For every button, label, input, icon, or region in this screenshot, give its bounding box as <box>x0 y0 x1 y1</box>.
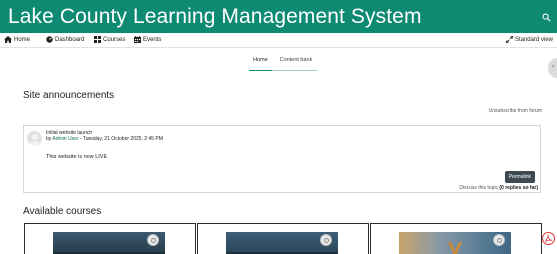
courses-grid-icon <box>94 36 101 43</box>
standard-view-toggle[interactable]: Standard view <box>505 36 553 43</box>
search-icon[interactable] <box>542 13 551 22</box>
dashboard-icon <box>46 36 53 43</box>
county-seal-icon <box>320 234 332 246</box>
nav-events-label: Events <box>143 36 162 43</box>
nav-dashboard-label: Dashboard <box>55 36 85 43</box>
avatar-body <box>29 141 40 146</box>
course-2-image <box>226 232 338 254</box>
pdf-reader-icon[interactable] <box>542 232 555 245</box>
nav-home[interactable]: Home <box>4 36 30 43</box>
site-title[interactable]: Lake County Learning Management System <box>8 5 422 29</box>
county-seal-icon <box>493 234 505 246</box>
nav-courses[interactable]: Courses <box>94 36 125 43</box>
nav-home-label: Home <box>14 36 31 43</box>
course-card[interactable] <box>197 223 369 254</box>
post-date: - Tuesday, 21 October 2025, 2:45 PM <box>78 136 163 142</box>
nav-dashboard[interactable]: Dashboard <box>46 36 84 43</box>
course-card[interactable] <box>370 223 542 254</box>
chevron-left-icon: ‹ <box>552 63 555 70</box>
course-3-image <box>399 232 511 254</box>
home-icon <box>4 36 12 43</box>
course-card[interactable] <box>24 223 196 254</box>
post-by-prefix: by <box>46 136 52 142</box>
post-body: This website is now LIVE <box>46 154 108 160</box>
avatar-head <box>31 134 38 140</box>
county-seal-icon <box>147 234 159 246</box>
primary-navigation: Home Dashboard Courses Events Standard v… <box>0 33 557 48</box>
secondary-tabs: Home Content bank <box>0 56 557 72</box>
tab-home[interactable]: Home <box>249 56 272 71</box>
course-1-image <box>53 232 165 254</box>
forum-post: Initial website launch by Admin User - T… <box>23 125 541 193</box>
post-author-link[interactable]: Admin User <box>52 136 78 142</box>
announcements-heading: Site announcements <box>23 90 115 101</box>
avatar[interactable] <box>27 131 42 146</box>
discuss-label: Discuss this topic <box>459 185 498 191</box>
discuss-topic-link[interactable]: Discuss this topic (0 replies so far) <box>459 185 538 191</box>
post-byline: by Admin User - Tuesday, 21 October 2025… <box>46 136 163 142</box>
nav-events[interactable]: Events <box>134 36 161 43</box>
drawer-toggle-button[interactable]: ‹ <box>548 58 557 78</box>
nav-courses-label: Courses <box>103 36 126 43</box>
permalink-button[interactable]: Permalink <box>504 171 535 183</box>
expand-icon <box>505 36 513 43</box>
replies-count: (0 replies so far) <box>499 185 538 191</box>
logo-mark-icon <box>448 242 462 254</box>
calendar-icon <box>134 36 141 43</box>
courses-heading: Available courses <box>23 206 102 217</box>
tabs-underline <box>272 69 317 71</box>
unsubscribe-link[interactable]: Unsubscribe from forum <box>489 108 542 114</box>
site-header: Lake County Learning Management System <box>0 0 557 33</box>
standard-view-label: Standard view <box>514 36 553 43</box>
